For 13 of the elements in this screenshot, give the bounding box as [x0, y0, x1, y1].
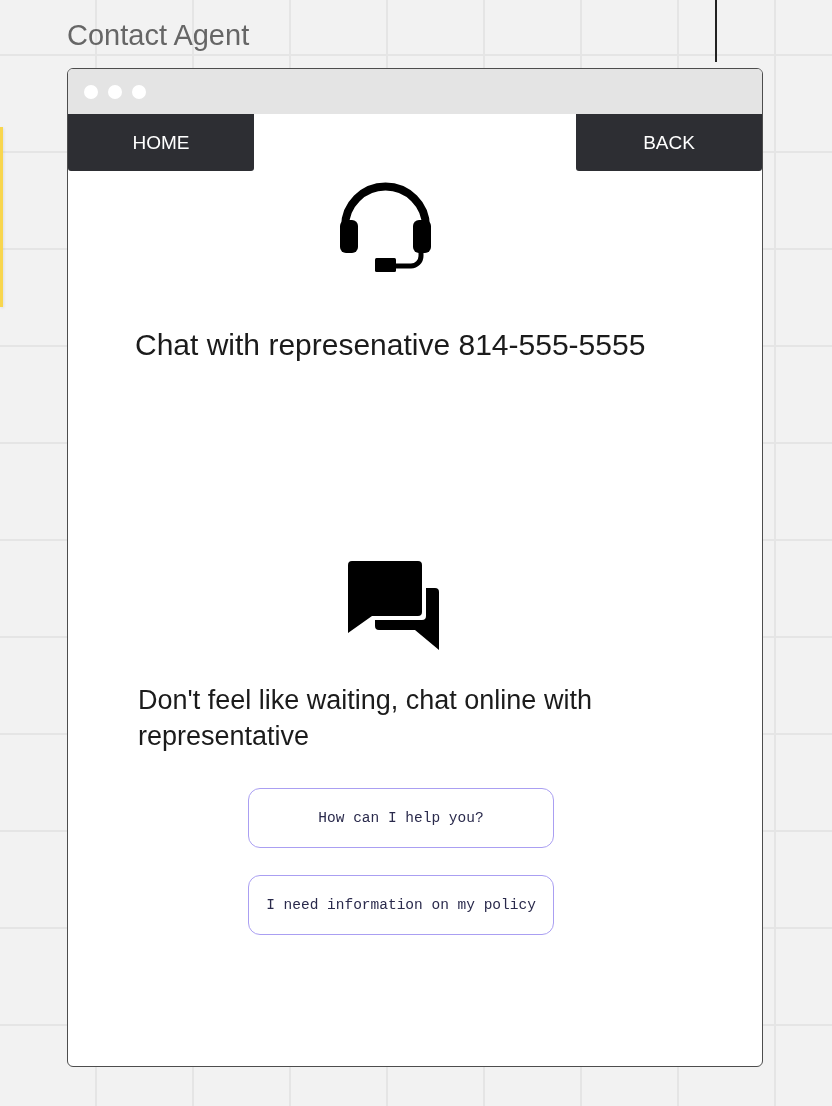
nav-button[interactable]: BACK — [576, 114, 762, 171]
headset-icon — [340, 182, 431, 272]
quick-reply-button[interactable]: I need information on my policy — [248, 875, 554, 935]
window-dot-icon — [132, 84, 146, 99]
connector-line — [715, 0, 717, 62]
quick-reply-button[interactable]: How can I help you? — [248, 788, 554, 848]
nav-button[interactable]: HOME — [68, 114, 254, 171]
frame-title: Contact Agent — [67, 20, 250, 50]
window-dot-icon — [84, 84, 98, 99]
window-dot-icon — [108, 84, 122, 99]
phone-contact-text: Chat with represenative 814-555-5555 — [135, 327, 646, 363]
chat-prompt-text: Don't feel like waiting, chat online with representative — [138, 684, 593, 753]
chat-bubbles-icon — [348, 561, 439, 650]
